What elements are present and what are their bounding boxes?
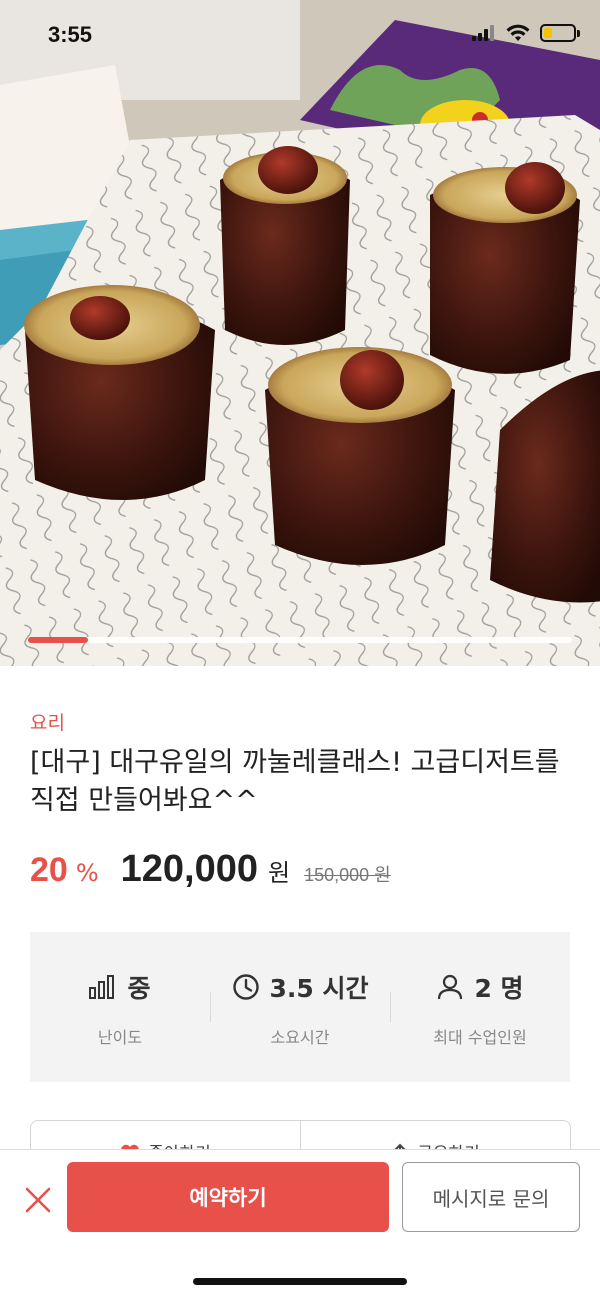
bar-chart-icon — [89, 975, 115, 999]
info-difficulty: 중 난이도 — [30, 932, 210, 1082]
clock-icon — [232, 974, 259, 1000]
duration-value: 3.5 시간 — [269, 974, 369, 1003]
home-indicator — [193, 1278, 407, 1285]
discount-rate: 20 — [30, 851, 68, 889]
status-bar: 3:55 — [0, 0, 600, 72]
duration-label: 소요시간 — [270, 1028, 330, 1047]
price-row: 20 % 120,000 원 150,000 원 — [30, 848, 391, 898]
product-title: [대구] 대구유일의 까눌레클래스! 고급디저트를 직접 만들어봐요^^ — [30, 747, 560, 816]
discount-unit: % — [75, 859, 99, 887]
battery-icon — [540, 24, 580, 42]
canele-photo — [0, 0, 600, 666]
original-price: 150,000 원 — [304, 865, 391, 885]
product-image[interactable]: 3:55 — [0, 0, 600, 666]
info-capacity: 2 명 최대 수업인원 — [390, 932, 570, 1082]
image-slide-progress-fill — [28, 637, 88, 643]
bottom-action-bar: 예약하기 메시지로 문의 — [0, 1149, 600, 1299]
message-inquiry-button[interactable]: 메시지로 문의 — [402, 1162, 580, 1232]
person-icon — [438, 974, 463, 1000]
category-label[interactable]: 요리 — [30, 708, 65, 735]
price-unit: 원 — [268, 859, 291, 887]
signal-icon — [472, 25, 494, 41]
battery-level — [544, 28, 552, 38]
wifi-icon — [506, 24, 530, 41]
capacity-label: 최대 수업인원 — [433, 1028, 527, 1047]
capacity-value: 2 명 — [474, 974, 524, 1003]
info-duration: 3.5 시간 소요시간 — [210, 932, 390, 1082]
reserve-button[interactable]: 예약하기 — [67, 1162, 389, 1232]
status-time: 3:55 — [48, 22, 93, 47]
class-info-box: 중 난이도 3.5 시간 소요시간 2 명 최대 수업인원 — [30, 932, 570, 1082]
difficulty-value: 중 — [127, 974, 151, 1003]
image-slide-progress — [28, 637, 572, 643]
close-icon — [25, 1187, 51, 1213]
status-icons — [472, 24, 580, 42]
sale-price: 120,000 — [120, 848, 259, 890]
close-button[interactable] — [18, 1180, 58, 1220]
difficulty-label: 난이도 — [97, 1028, 143, 1047]
